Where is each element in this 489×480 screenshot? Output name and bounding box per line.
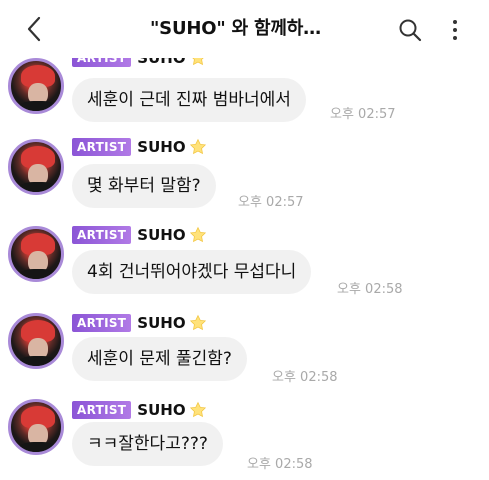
message-bubble[interactable]: ㅋㅋ잘한다고???: [72, 422, 223, 466]
star-icon: [189, 314, 206, 331]
sender-name: SUHO: [137, 138, 186, 156]
sender-row: ARTIST SUHO: [72, 400, 207, 420]
avatar[interactable]: [8, 139, 64, 195]
avatar[interactable]: [8, 313, 64, 369]
sender-row: ARTIST SUHO: [72, 137, 207, 157]
sender-name: SUHO: [137, 314, 186, 332]
sender-row: ARTIST SUHO: [72, 313, 207, 333]
sender-name: SUHO: [137, 226, 186, 244]
avatar[interactable]: [8, 226, 64, 282]
search-button[interactable]: [396, 16, 424, 44]
timestamp: 오후 02:58: [247, 457, 313, 472]
back-button[interactable]: [18, 12, 50, 46]
artist-badge: ARTIST: [72, 138, 132, 156]
message-bubble[interactable]: 4회 건너뛰어야겠다 무섭다니: [72, 250, 312, 294]
timestamp: 오후 02:57: [330, 107, 396, 122]
chat-title: "SUHO" 와 함께하…: [150, 18, 321, 39]
more-vertical-icon: [453, 20, 457, 24]
message-list[interactable]: ARTIST SUHO 세훈이 근데 진짜 범바너에서 오후 02:57 ART…: [0, 0, 489, 480]
sender-row: ARTIST SUHO: [72, 225, 207, 245]
timestamp: 오후 02:58: [337, 282, 403, 297]
sender-name: SUHO: [137, 401, 186, 419]
top-bar: "SUHO" 와 함께하…: [0, 0, 489, 58]
avatar[interactable]: [8, 399, 64, 455]
timestamp: 오후 02:57: [238, 195, 304, 210]
chat-screen: ARTIST SUHO 세훈이 근데 진짜 범바너에서 오후 02:57 ART…: [0, 0, 489, 480]
star-icon: [189, 226, 206, 243]
chevron-left-icon: [27, 16, 41, 42]
artist-badge: ARTIST: [72, 314, 132, 332]
message-bubble[interactable]: 몇 화부터 말함?: [72, 164, 216, 208]
more-button[interactable]: [446, 14, 464, 46]
star-icon: [189, 138, 206, 155]
search-icon: [399, 19, 422, 42]
timestamp: 오후 02:58: [272, 370, 338, 385]
artist-badge: ARTIST: [72, 401, 132, 419]
artist-badge: ARTIST: [72, 226, 132, 244]
message-bubble[interactable]: 세훈이 문제 풀긴함?: [72, 337, 247, 381]
star-icon: [189, 401, 206, 418]
